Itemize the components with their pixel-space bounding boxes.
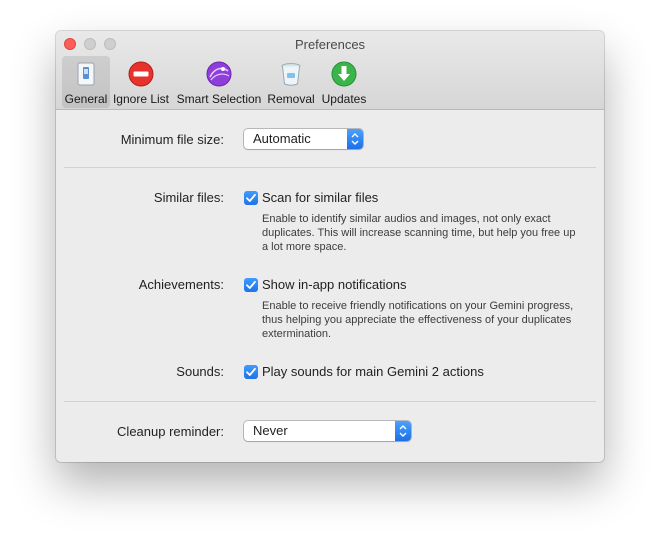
tab-ignore-list[interactable]: Ignore List (112, 56, 170, 108)
cleanup-reminder-label: Cleanup reminder: (117, 424, 224, 439)
sounds-checkbox-label[interactable]: Play sounds for main Gemini 2 actions (262, 364, 484, 379)
general-icon (77, 62, 95, 86)
no-entry-icon (128, 61, 154, 87)
chevron-up-down-icon (399, 425, 407, 437)
popup-stepper (347, 129, 363, 149)
achievements-checkbox-label[interactable]: Show in-app notifications (262, 277, 407, 292)
sounds-label: Sounds: (176, 364, 224, 379)
checkmark-icon (246, 367, 256, 376)
tab-ignore-list-label: Ignore List (112, 92, 170, 106)
tab-updates[interactable]: Updates (318, 56, 370, 108)
similar-files-label: Similar files: (153, 190, 224, 205)
tab-general[interactable]: General (62, 56, 110, 108)
tab-general-label: General (64, 92, 108, 106)
tab-smart-selection[interactable]: Smart Selection (176, 56, 262, 108)
min-file-size-value: Automatic (253, 131, 311, 146)
achievements-checkbox[interactable] (244, 278, 258, 292)
checkmark-icon (246, 193, 256, 202)
window-title: Preferences (294, 37, 366, 52)
similar-files-checkbox[interactable] (244, 191, 258, 205)
popup-stepper (395, 421, 411, 441)
chevron-up-down-icon (351, 133, 359, 145)
cleanup-reminder-value: Never (253, 423, 288, 438)
tab-updates-label: Updates (321, 92, 367, 106)
download-arrow-icon (331, 61, 357, 87)
trash-icon (281, 63, 301, 86)
min-file-size-label: Minimum file size: (120, 132, 224, 147)
achievements-description: Enable to receive friendly notifications… (262, 300, 574, 340)
divider (64, 167, 596, 168)
similar-files-description: Enable to identify similar audios and im… (262, 213, 576, 253)
preferences-window: Preferences General Ignore List Smart Se… (56, 31, 604, 462)
tab-smart-selection-label: Smart Selection (176, 92, 262, 106)
smart-selection-icon (206, 61, 232, 87)
similar-files-checkbox-label[interactable]: Scan for similar files (262, 190, 378, 205)
tab-removal-label: Removal (267, 92, 315, 106)
divider (64, 401, 596, 402)
sounds-checkbox[interactable] (244, 365, 258, 379)
checkmark-icon (246, 280, 256, 289)
titlebar: Preferences General Ignore List Smart Se… (56, 31, 604, 110)
min-file-size-popup[interactable]: Automatic (244, 129, 363, 149)
achievements-label: Achievements: (138, 277, 224, 292)
cleanup-reminder-popup[interactable]: Never (244, 421, 411, 441)
tab-removal[interactable]: Removal (266, 56, 316, 108)
